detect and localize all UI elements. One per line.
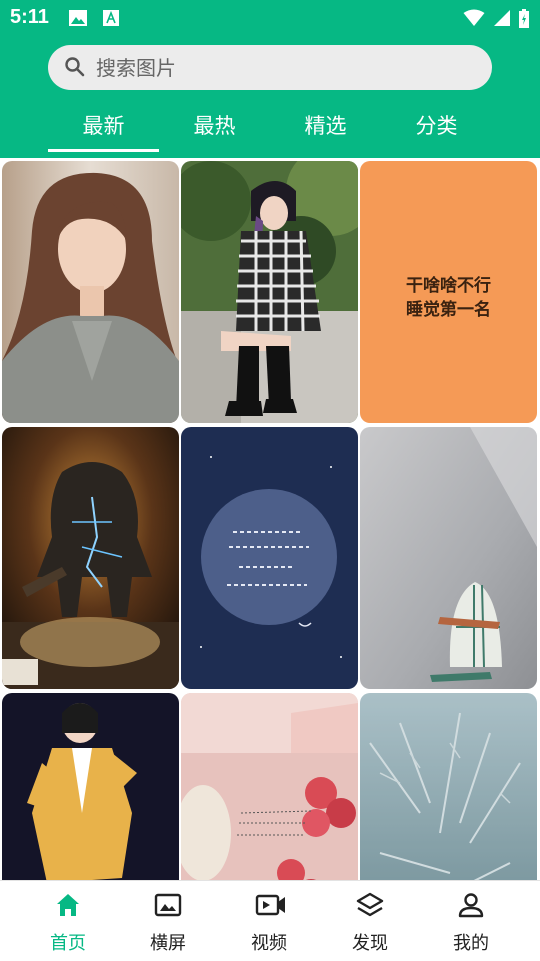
app-header: 5:11 最新 最热 精选 [0, 0, 540, 158]
tab-categories[interactable]: 分类 [381, 100, 492, 152]
nav-profile[interactable]: 我的 [417, 881, 525, 961]
battery-icon [518, 9, 530, 33]
gallery-notification-icon [68, 9, 88, 31]
wallpaper-tile[interactable] [2, 427, 179, 689]
wallpaper-image-woman-yellow-blazer [2, 693, 179, 880]
status-bar: 5:11 [0, 0, 540, 36]
nav-video[interactable]: 视频 [215, 881, 323, 961]
nav-home-label: 首页 [50, 933, 86, 954]
bottom-navigation: 首页 横屏 视频 发现 我的 [0, 880, 540, 961]
wallpaper-image-frost-window [360, 693, 537, 880]
wallpaper-tile[interactable] [181, 427, 358, 689]
signal-icon [493, 9, 511, 31]
wifi-icon [463, 9, 485, 31]
status-time: 5:11 [10, 6, 49, 28]
home-icon [54, 891, 82, 923]
wallpaper-tile[interactable]: 干啥啥不行 睡觉第一名 [360, 161, 537, 423]
wallpaper-card-text: 干啥啥不行 睡觉第一名 [360, 274, 537, 322]
nav-profile-label: 我的 [453, 933, 489, 954]
tab-latest-label: 最新 [82, 114, 125, 138]
nav-landscape-label: 横屏 [150, 933, 186, 954]
nav-discover-label: 发现 [352, 933, 388, 954]
wallpaper-tile[interactable] [360, 693, 537, 880]
wallpaper-tile[interactable] [2, 161, 179, 423]
tab-categories-label: 分类 [415, 114, 458, 138]
active-tab-indicator [48, 149, 159, 152]
wallpaper-tile[interactable] [2, 693, 179, 880]
wallpaper-image-moon-quote [181, 427, 358, 689]
wallpaper-image-surfboard-wall [360, 427, 537, 689]
wallpaper-tile[interactable] [181, 693, 358, 880]
search-input[interactable] [94, 51, 458, 85]
app-notification-icon [102, 9, 120, 31]
tab-hottest-label: 最热 [193, 114, 236, 138]
person-icon [457, 891, 485, 923]
wallpaper-tile[interactable] [360, 427, 537, 689]
search-icon [64, 56, 86, 82]
video-icon [255, 891, 287, 923]
nav-home[interactable]: 首页 [14, 881, 122, 961]
wallpaper-tile[interactable] [181, 161, 358, 423]
tab-featured[interactable]: 精选 [270, 100, 381, 152]
search-bar[interactable] [48, 45, 492, 90]
tab-hottest[interactable]: 最热 [159, 100, 270, 152]
wallpaper-image-woman-sitting [181, 161, 358, 423]
wallpaper-grid: 干啥啥不行 睡觉第一名 [0, 158, 540, 880]
wallpaper-image-woman-portrait [2, 161, 179, 423]
image-icon [154, 891, 182, 923]
layers-icon [356, 891, 384, 923]
nav-discover[interactable]: 发现 [316, 881, 424, 961]
wallpaper-card-line1: 干啥啥不行 [406, 276, 491, 296]
wallpaper-card-line2: 睡觉第一名 [406, 300, 491, 320]
nav-video-label: 视频 [251, 933, 287, 954]
wallpaper-image-movie-poster [2, 427, 179, 689]
nav-landscape[interactable]: 横屏 [114, 881, 222, 961]
wallpaper-image-strawberries [181, 693, 358, 880]
tab-latest[interactable]: 最新 [48, 100, 159, 152]
tab-featured-label: 精选 [304, 114, 347, 138]
category-tabs: 最新 最热 精选 分类 [48, 100, 492, 152]
